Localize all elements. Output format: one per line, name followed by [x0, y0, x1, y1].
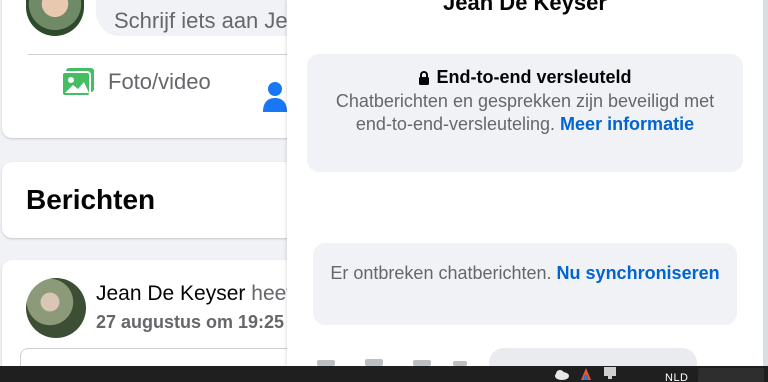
post-author-name[interactable]: Jean De Keyser [96, 282, 245, 305]
post-author[interactable]: Jean De Keyser heeft [96, 282, 298, 306]
photo-video-label: Foto/video [108, 69, 211, 94]
e2e-heading: End-to-end versleuteld [307, 67, 743, 88]
monitor-icon[interactable] [602, 366, 618, 380]
post-composer: Schrijf iets aan Je Foto/video [2, 0, 326, 138]
taskbar [0, 366, 768, 382]
page-title: Berichten [26, 184, 156, 215]
language-indicator[interactable]: NLD [665, 372, 689, 382]
avatar[interactable] [26, 278, 86, 338]
photo-icon [61, 68, 94, 97]
sync-notice: Er ontbreken chatberichten. Nu synchroni… [313, 243, 737, 325]
cloud-icon[interactable] [554, 366, 570, 380]
chat-window: Jean De Keyser End-to-end versleuteld Ch… [287, 0, 763, 378]
e2e-description: Chatberichten en gesprekken zijn beveili… [307, 90, 743, 136]
chat-toolbar-icons[interactable] [307, 356, 467, 366]
e2e-notice: End-to-end versleuteld Chatberichten en … [307, 54, 743, 172]
avatar[interactable] [26, 0, 84, 36]
scrollbar[interactable] [763, 0, 768, 366]
lock-icon [419, 70, 430, 85]
sync-text: Er ontbreken chatberichten. [330, 263, 552, 283]
more-info-link[interactable]: Meer informatie [560, 114, 694, 134]
e2e-heading-text: End-to-end versleuteld [436, 67, 632, 87]
sync-now-link[interactable]: Nu synchroniseren [557, 263, 720, 283]
divider [28, 54, 302, 55]
post-timestamp[interactable]: 27 augustus om 19:25 · [96, 312, 295, 333]
post: Jean De Keyser heeft 27 augustus om 19:2… [2, 260, 310, 382]
clock[interactable] [698, 368, 764, 382]
app-icon[interactable] [578, 366, 594, 380]
posts-header: Berichten [2, 162, 302, 238]
photo-video-button[interactable]: Foto/video [60, 66, 211, 98]
chat-title[interactable]: Jean De Keyser [287, 0, 763, 16]
